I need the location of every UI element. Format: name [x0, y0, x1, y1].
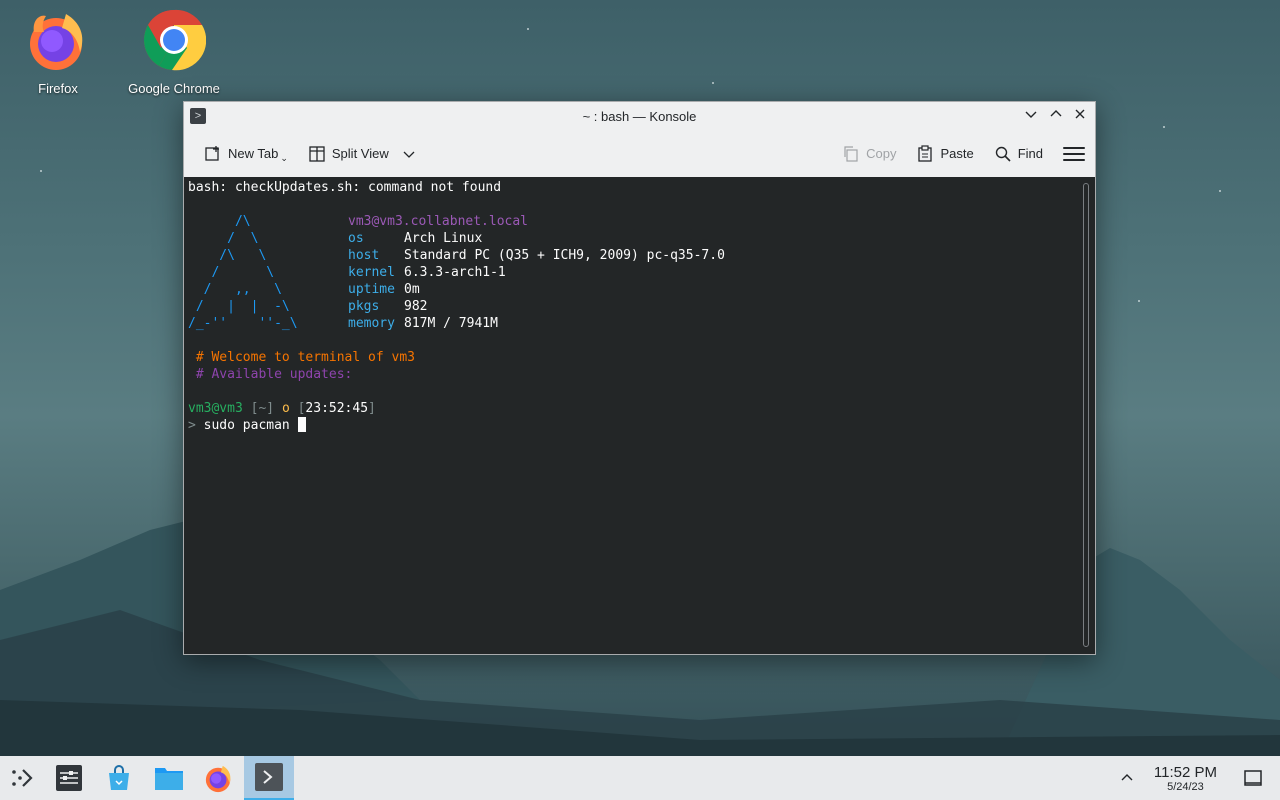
- prompt-time: 23:52:45: [305, 401, 369, 416]
- ascii-art-line: / | | -\: [188, 299, 290, 314]
- user-host: vm3@vm3.collabnet.local: [348, 214, 529, 229]
- prompt-user: vm3@vm3: [188, 401, 243, 416]
- terminal-error-line: bash: checkUpdates.sh: command not found: [188, 180, 502, 195]
- chevron-down-icon: ⌄: [280, 153, 288, 163]
- info-value: Arch Linux: [404, 231, 483, 246]
- ascii-art-line: /_-'' ''-_\: [188, 316, 298, 331]
- info-label: os: [348, 231, 364, 246]
- taskbar-system-settings[interactable]: [44, 756, 94, 800]
- star: [1163, 126, 1165, 128]
- taskbar: 11:52 PM 5/24/23: [0, 756, 1280, 800]
- firefox-icon: [30, 14, 83, 70]
- info-label: pkgs: [348, 299, 380, 314]
- split-view-icon: [309, 145, 325, 162]
- text-cursor: [297, 417, 306, 432]
- prompt-dir: [~]: [250, 401, 275, 416]
- copy-button[interactable]: Copy: [836, 141, 902, 167]
- prompt-line: vm3@vm3 [~] o [23:52:45]: [188, 401, 376, 416]
- chevron-down-icon: [1025, 111, 1037, 118]
- paste-button[interactable]: Paste: [910, 141, 979, 167]
- info-label: uptime: [348, 282, 395, 297]
- close-button[interactable]: [1070, 106, 1090, 126]
- star: [1219, 190, 1221, 192]
- clock-date: 5/24/23: [1167, 780, 1204, 793]
- chevron-down-icon: [403, 151, 415, 158]
- star: [1138, 300, 1140, 302]
- konsole-window: > ~ : bash — Konsole New Tab ⌄ Split Vie…: [183, 101, 1096, 655]
- konsole-app-icon[interactable]: >: [190, 108, 206, 124]
- paste-icon: [918, 144, 933, 162]
- hamburger-menu-button[interactable]: [1063, 143, 1085, 165]
- info-label: host: [348, 248, 380, 263]
- new-tab-label: New Tab: [228, 146, 279, 161]
- ascii-art-line: /\: [188, 214, 251, 229]
- info-value: 817M / 7941M: [404, 316, 498, 331]
- info-value: 982: [404, 299, 428, 314]
- konsole-toolbar: New Tab ⌄ Split View Copy Paste Find: [184, 130, 1095, 177]
- split-view-label: Split View: [331, 146, 389, 161]
- command-line[interactable]: > sudo pacman: [188, 417, 1091, 434]
- terminal-icon: [255, 763, 283, 791]
- show-desktop-button[interactable]: [1243, 768, 1263, 788]
- chevron-up-icon: [1121, 774, 1133, 781]
- info-value: 0m: [404, 282, 420, 297]
- command-text: sudo pacman: [203, 418, 290, 433]
- desktop-icon-label: Firefox: [38, 81, 78, 96]
- desktop-icon-firefox[interactable]: Firefox: [3, 8, 113, 96]
- search-icon: [995, 146, 1011, 162]
- taskbar-firefox[interactable]: [194, 756, 244, 800]
- copy-label: Copy: [866, 146, 897, 161]
- find-label: Find: [1017, 146, 1043, 161]
- find-button[interactable]: Find: [988, 141, 1049, 167]
- info-value: 6.3.3-arch1-1: [404, 265, 506, 280]
- ascii-art-line: / \: [188, 231, 259, 246]
- copy-icon: [844, 145, 858, 162]
- star: [527, 28, 529, 30]
- clock-time: 11:52 PM: [1153, 763, 1217, 781]
- star: [40, 170, 42, 172]
- terminal-view[interactable]: bash: checkUpdates.sh: command not found…: [184, 177, 1095, 654]
- new-tab-icon: [205, 145, 219, 161]
- launcher-icon: [12, 769, 33, 787]
- window-title: ~ : bash — Konsole: [582, 108, 697, 124]
- info-label: kernel: [348, 265, 395, 280]
- prompt-arrow: >: [188, 418, 196, 433]
- application-launcher[interactable]: [0, 756, 44, 800]
- taskbar-dolphin[interactable]: [144, 756, 194, 800]
- split-view-button[interactable]: Split View: [302, 141, 421, 167]
- store-icon: [109, 765, 129, 790]
- terminal-scrollbar[interactable]: [1083, 183, 1089, 647]
- prompt-o: o: [281, 401, 290, 416]
- ascii-art-line: / \: [188, 265, 275, 280]
- paste-label: Paste: [940, 146, 974, 161]
- updates-comment: # Available updates:: [195, 367, 353, 382]
- new-tab-button[interactable]: New Tab ⌄: [198, 139, 294, 168]
- info-value: Standard PC (Q35 + ICH9, 2009) pc-q35-7.…: [404, 248, 725, 263]
- system-tray: 11:52 PM 5/24/23: [1116, 756, 1280, 800]
- welcome-comment: # Welcome to terminal of vm3: [195, 350, 415, 365]
- taskbar-discover[interactable]: [94, 756, 144, 800]
- close-icon: [1075, 109, 1085, 119]
- ascii-art-line: /\ \: [188, 248, 267, 263]
- settings-icon: [56, 765, 82, 791]
- firefox-icon: [205, 765, 231, 793]
- chevron-up-icon: [1050, 110, 1062, 117]
- chrome-icon: [143, 9, 207, 71]
- ascii-art-line: / ,, \: [188, 282, 282, 297]
- desktop-icon-chrome[interactable]: Google Chrome: [119, 8, 229, 96]
- desktop-icon-label: Google Chrome: [128, 81, 220, 96]
- star: [712, 82, 714, 84]
- taskbar-konsole[interactable]: [244, 756, 294, 800]
- info-label: memory: [348, 316, 395, 331]
- digital-clock[interactable]: 11:52 PM 5/24/23: [1154, 764, 1217, 793]
- show-desktop-icon: [1244, 770, 1262, 786]
- tray-expand-button[interactable]: [1116, 767, 1138, 789]
- window-titlebar[interactable]: > ~ : bash — Konsole: [184, 102, 1095, 130]
- minimize-button[interactable]: [1021, 106, 1041, 126]
- folder-icon: [155, 768, 183, 790]
- maximize-button[interactable]: [1046, 106, 1066, 126]
